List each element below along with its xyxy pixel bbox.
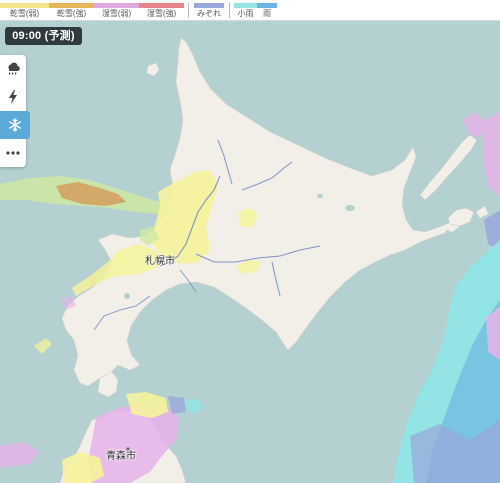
city-label-aomori: 青森市 <box>106 451 136 462</box>
lightning-layer-button[interactable] <box>0 83 26 111</box>
forecast-time-badge: 09:00 (予測) <box>5 27 82 45</box>
lake <box>317 194 323 198</box>
legend-swatch <box>194 3 224 8</box>
weather-map[interactable] <box>0 0 500 483</box>
lightning-icon <box>9 90 17 104</box>
legend-item-dry-snow-light: 乾雪(弱) <box>0 0 49 21</box>
legend-item-drizzle: 小雨 <box>234 0 257 21</box>
legend-item-wet-snow-light: 湿雪(弱) <box>94 0 139 21</box>
legend-separator <box>188 3 189 18</box>
rain-layer-button[interactable] <box>0 55 26 83</box>
legend-swatch <box>139 3 184 8</box>
legend-separator <box>229 3 230 18</box>
layer-control-panel <box>0 55 30 167</box>
rain-cloud-icon <box>8 62 20 75</box>
legend-label: 湿雪(強) <box>146 9 177 18</box>
legend-label: 乾雪(弱) <box>9 9 40 18</box>
legend-label: 小雨 <box>237 9 254 18</box>
legend-item-dry-snow-heavy: 乾雪(強) <box>49 0 94 21</box>
precipitation-legend: 乾雪(弱) 乾雪(強) 湿雪(弱) 湿雪(強) みぞれ 小雨 雨 <box>0 0 500 21</box>
more-icon <box>6 151 20 155</box>
legend-swatch <box>94 3 139 8</box>
snowflake-icon <box>9 118 21 132</box>
snow-layer-button[interactable] <box>0 111 30 139</box>
more-options-button[interactable] <box>0 139 26 167</box>
legend-swatch <box>234 3 257 8</box>
legend-label: みぞれ <box>197 9 221 18</box>
legend-item-rain: 雨 <box>257 0 277 21</box>
legend-item-wet-snow-heavy: 湿雪(強) <box>139 0 184 21</box>
legend-swatch <box>49 3 94 8</box>
legend-item-sleet: みぞれ <box>194 0 224 21</box>
city-label-sapporo: 札幌市 <box>145 256 175 267</box>
legend-label: 湿雪(弱) <box>101 9 132 18</box>
lake <box>124 293 130 299</box>
legend-swatch <box>0 3 49 8</box>
lake <box>345 205 355 211</box>
legend-swatch <box>257 3 277 8</box>
legend-label: 乾雪(強) <box>56 9 87 18</box>
legend-label: 雨 <box>263 9 271 18</box>
